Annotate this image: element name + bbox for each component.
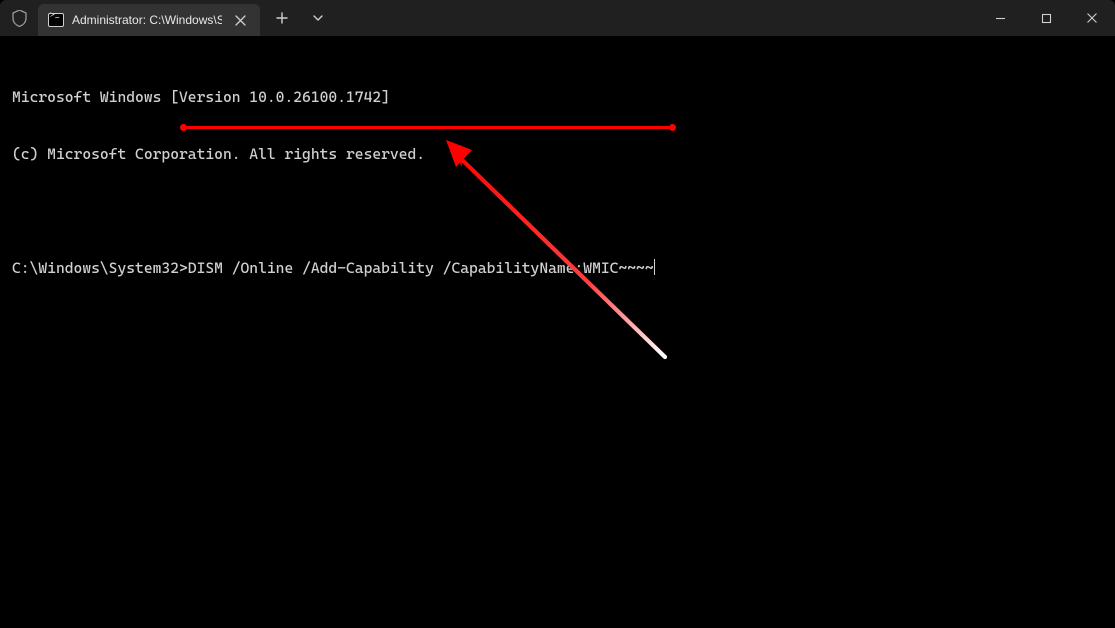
close-icon[interactable] — [230, 10, 250, 30]
titlebar: Administrator: C:\Windows\Sy — [0, 0, 1115, 36]
prompt-line: C:\Windows\System32>DISM /Online /Add-Ca… — [12, 259, 1103, 278]
minimize-button[interactable] — [977, 0, 1023, 36]
tab-title: Administrator: C:\Windows\Sy — [72, 13, 222, 27]
shield-icon — [0, 0, 38, 36]
tab-active[interactable]: Administrator: C:\Windows\Sy — [38, 4, 260, 36]
chevron-down-icon[interactable] — [302, 2, 334, 34]
new-tab-button[interactable] — [266, 2, 298, 34]
prompt-text: C:\Windows\System32> — [12, 259, 188, 277]
banner-line-2: (c) Microsoft Corporation. All rights re… — [12, 145, 1103, 164]
window-close-button[interactable] — [1069, 0, 1115, 36]
blank-line — [12, 202, 1103, 221]
banner-line-1: Microsoft Windows [Version 10.0.26100.17… — [12, 88, 1103, 107]
tab-strip-actions — [266, 0, 334, 36]
cmd-icon — [48, 13, 64, 27]
cursor — [654, 259, 656, 275]
maximize-button[interactable] — [1023, 0, 1069, 36]
command-text: DISM /Online /Add-Capability /Capability… — [188, 259, 654, 277]
terminal-body[interactable]: Microsoft Windows [Version 10.0.26100.17… — [0, 36, 1115, 628]
annotation-underline — [183, 126, 673, 129]
window-controls — [977, 0, 1115, 36]
